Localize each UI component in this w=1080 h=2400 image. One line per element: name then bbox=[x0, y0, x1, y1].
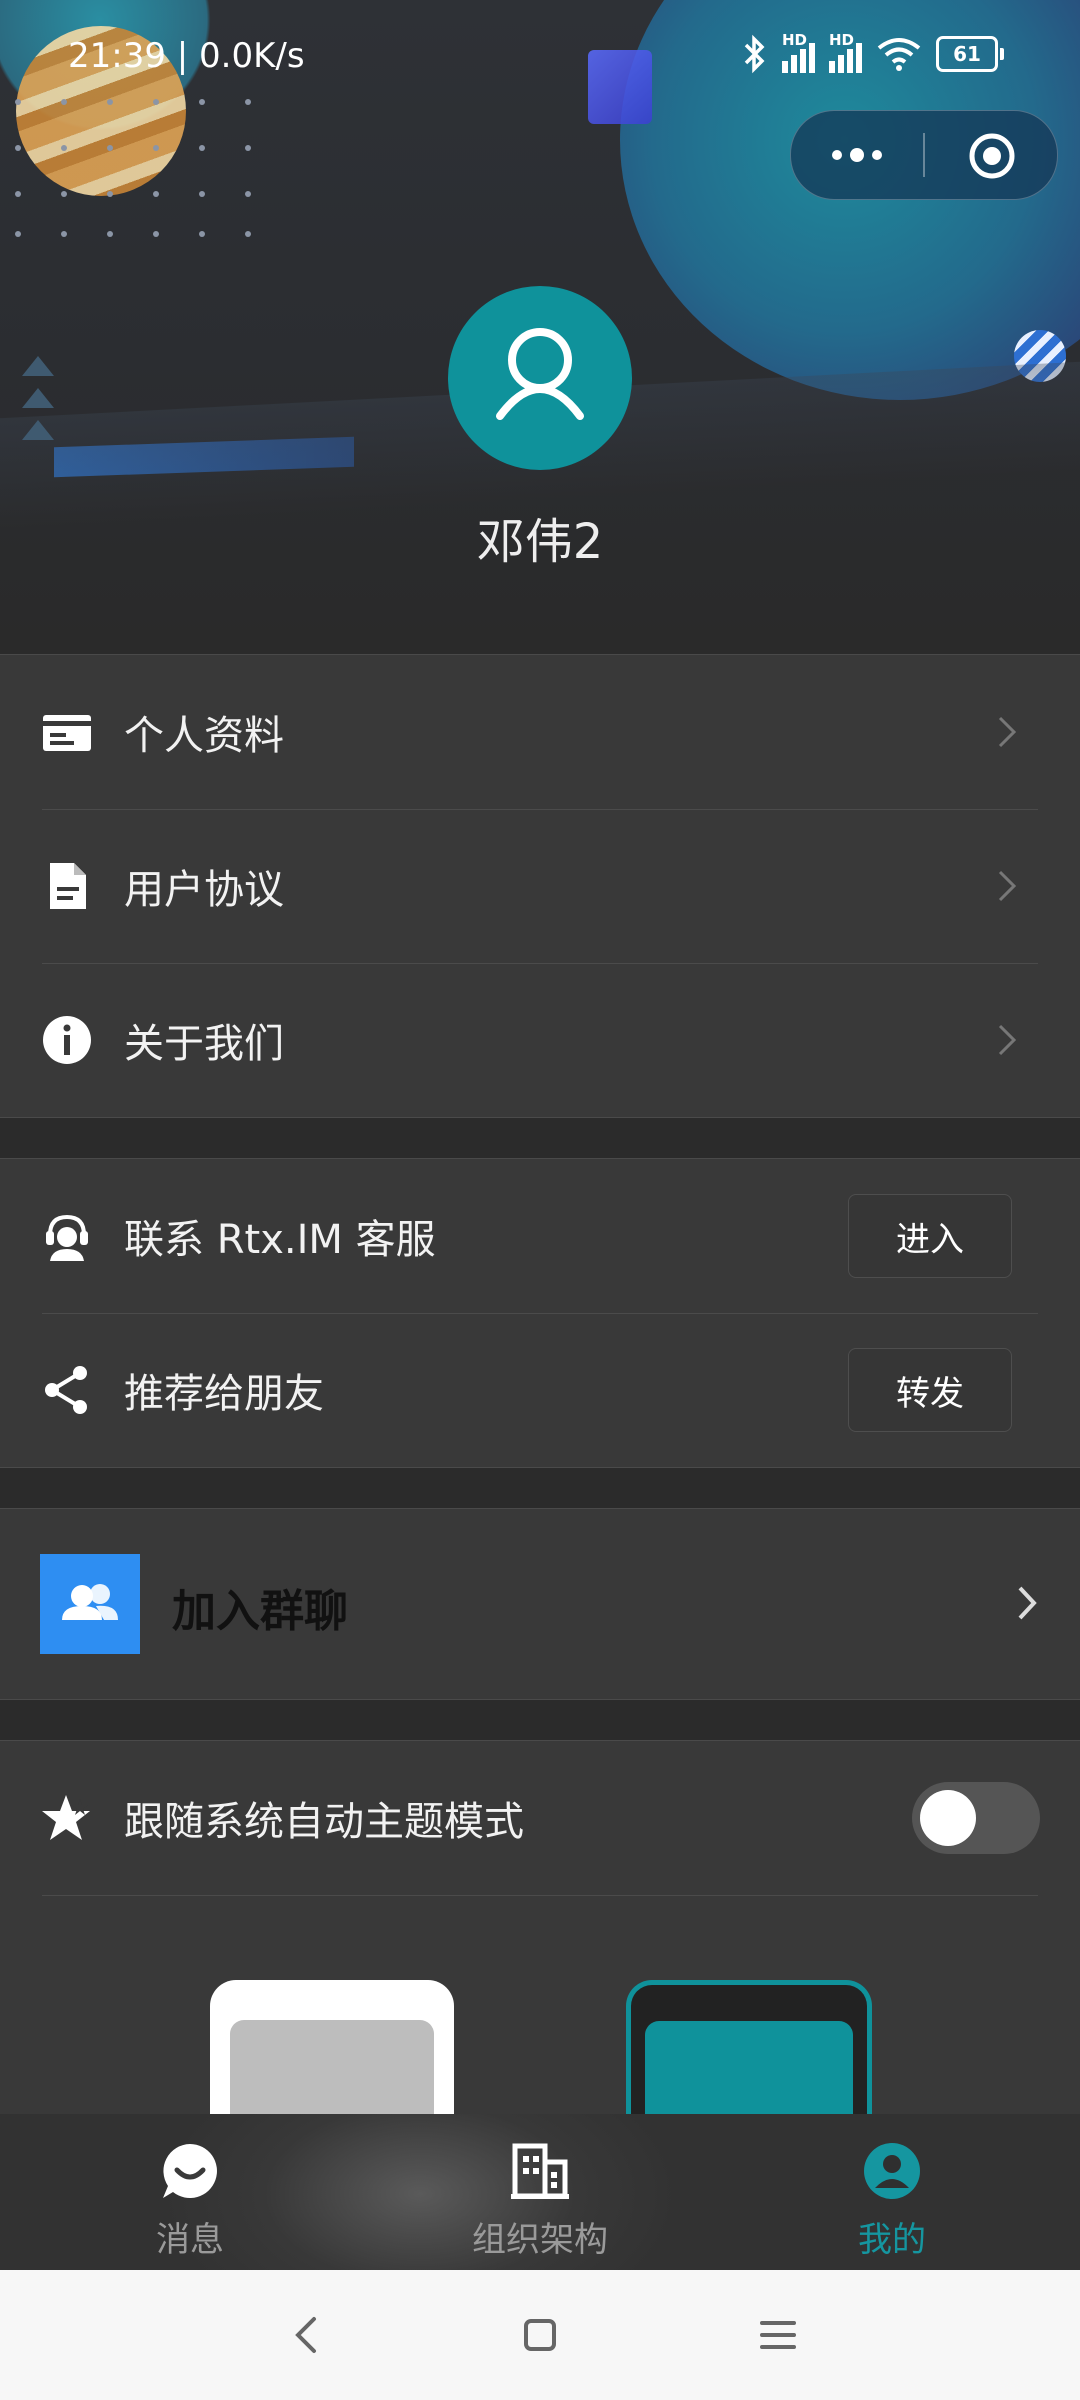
wifi-icon bbox=[877, 38, 921, 71]
theme-follow-system-label: 跟随系统自动主题模式 bbox=[124, 1799, 524, 1845]
join-group-card[interactable] bbox=[0, 1508, 1080, 1700]
chevron-right-icon bbox=[998, 716, 1017, 748]
signal-hd-label: HD bbox=[829, 31, 855, 49]
miniprogram-capsule bbox=[790, 110, 1058, 200]
dots-decoration bbox=[15, 99, 251, 237]
capsule-separator bbox=[923, 133, 925, 177]
recents-icon[interactable] bbox=[756, 2313, 800, 2357]
back-icon[interactable] bbox=[286, 2313, 330, 2357]
chevron-right-icon bbox=[998, 870, 1017, 902]
chevron-right-icon bbox=[1018, 1586, 1037, 1620]
share-icon bbox=[45, 1366, 87, 1414]
theme-preview-dark bbox=[645, 2021, 853, 2120]
chat-bubble-icon bbox=[163, 2144, 217, 2198]
tab-label: 消息 bbox=[156, 2220, 224, 2260]
divider bbox=[42, 1895, 1038, 1896]
menu-section-info: 个人资料 用户协议 关于我们 bbox=[0, 654, 1080, 1118]
enter-button[interactable]: 进入 bbox=[848, 1194, 1012, 1278]
theme-follow-system-toggle[interactable] bbox=[912, 1782, 1040, 1854]
user-icon bbox=[496, 328, 584, 420]
id-card-icon bbox=[43, 715, 91, 751]
menu-item-customer-service[interactable]: 联系 Rtx.IM 客服 进入 bbox=[0, 1159, 1080, 1313]
tab-mine[interactable]: 我的 bbox=[712, 2114, 1072, 2270]
menu-item-label: 个人资料 bbox=[124, 713, 284, 759]
status-time: 21:39 | 0.0K/s bbox=[68, 36, 305, 76]
more-icon[interactable] bbox=[825, 135, 889, 175]
home-icon[interactable] bbox=[518, 2313, 562, 2357]
share-button[interactable]: 转发 bbox=[848, 1348, 1012, 1432]
profile-header: 21:39 | 0.0K/s HD HD 61 邓伟2 bbox=[0, 0, 1080, 650]
group-chat-icon bbox=[40, 1554, 140, 1654]
tab-bar: 消息 组织架构 我的 bbox=[0, 2114, 1080, 2270]
signal-icon: HD bbox=[782, 31, 815, 73]
signal-hd-label: HD bbox=[782, 31, 808, 49]
toggle-knob bbox=[920, 1790, 976, 1846]
menu-item-recommend[interactable]: 推荐给朋友 转发 bbox=[0, 1313, 1080, 1467]
theme-option-light[interactable] bbox=[210, 1980, 454, 2120]
status-bar: 21:39 | 0.0K/s HD HD 61 bbox=[0, 0, 1080, 116]
tab-label: 组织架构 bbox=[472, 2220, 608, 2260]
menu-item-label: 推荐给朋友 bbox=[124, 1371, 324, 1417]
tab-organization[interactable]: 组织架构 bbox=[360, 2114, 720, 2270]
menu-item-label: 用户协议 bbox=[124, 867, 284, 913]
triangles-decoration bbox=[22, 356, 54, 440]
status-icons: HD HD 61 bbox=[742, 31, 1004, 74]
username: 邓伟2 bbox=[476, 514, 604, 570]
info-icon bbox=[43, 1016, 91, 1064]
user-circle-icon bbox=[864, 2143, 920, 2199]
menu-item-label: 关于我们 bbox=[124, 1021, 284, 1067]
system-navigation-bar bbox=[0, 2270, 1080, 2400]
tab-messages[interactable]: 消息 bbox=[10, 2114, 370, 2270]
menu-item-user-agreement[interactable]: 用户协议 bbox=[0, 809, 1080, 963]
theme-preview-light bbox=[230, 2020, 434, 2120]
chevron-right-icon bbox=[998, 1024, 1017, 1056]
bluetooth-icon bbox=[744, 34, 765, 74]
join-group-label: 加入群聊 bbox=[172, 1586, 348, 1637]
menu-section-contact: 联系 Rtx.IM 客服 进入 推荐给朋友 转发 bbox=[0, 1158, 1080, 1468]
document-icon bbox=[50, 863, 86, 909]
menu-item-profile[interactable]: 个人资料 bbox=[0, 655, 1080, 809]
menu-item-label: 联系 Rtx.IM 客服 bbox=[124, 1217, 436, 1263]
building-icon bbox=[511, 2143, 569, 2199]
customer-service-icon bbox=[46, 1214, 88, 1261]
avatar[interactable] bbox=[448, 286, 632, 470]
menu-item-about-us[interactable]: 关于我们 bbox=[0, 963, 1080, 1117]
signal-icon: HD bbox=[829, 31, 862, 73]
close-target-icon[interactable] bbox=[967, 131, 1017, 181]
battery-icon: 61 bbox=[936, 36, 1004, 72]
theme-star-icon bbox=[42, 1795, 90, 1840]
battery-level: 61 bbox=[936, 36, 998, 72]
theme-option-dark[interactable] bbox=[626, 1980, 872, 2120]
tab-label: 我的 bbox=[858, 2220, 926, 2260]
